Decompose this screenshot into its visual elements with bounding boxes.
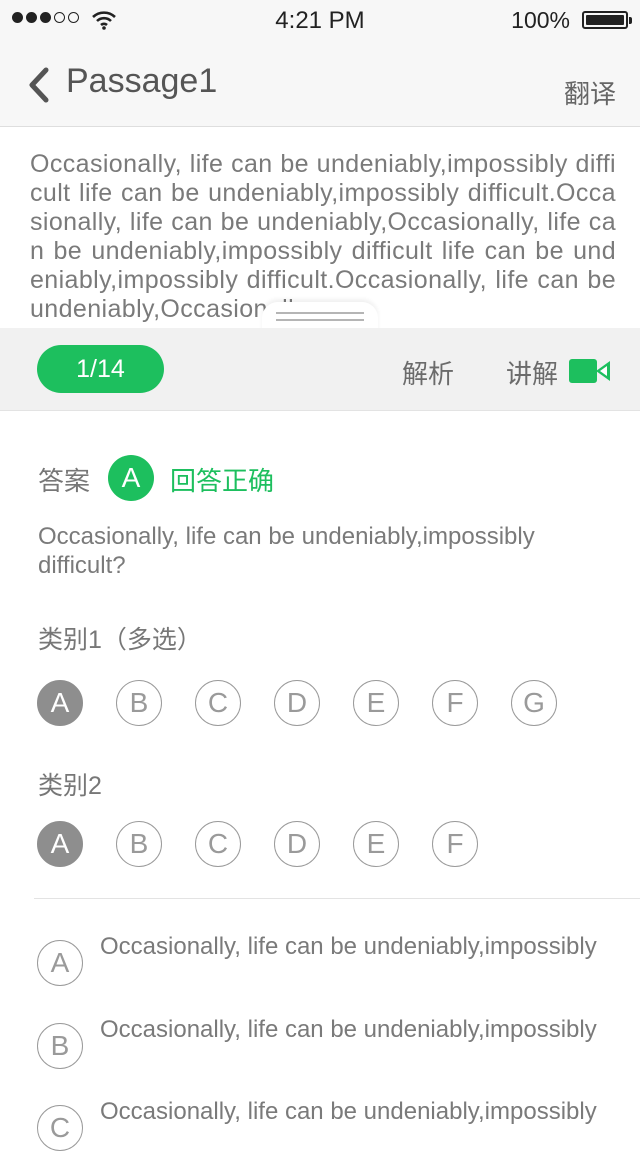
page-title: Passage1 bbox=[66, 62, 218, 100]
explain-button[interactable]: 讲解 bbox=[506, 354, 558, 391]
choice-letter: B bbox=[37, 1023, 83, 1069]
choice-letter: A bbox=[37, 940, 83, 986]
option-f[interactable]: F bbox=[432, 821, 478, 867]
choice-letter: C bbox=[37, 1105, 83, 1151]
option-d[interactable]: D bbox=[274, 680, 320, 726]
divider bbox=[34, 898, 640, 899]
category-options: A B C D E F G bbox=[37, 680, 557, 726]
translate-button[interactable]: 翻译 bbox=[564, 74, 616, 111]
answer-label: 答案 bbox=[38, 466, 91, 496]
choice-item[interactable]: B Occasionally, life can be undeniably,i… bbox=[37, 1015, 627, 1085]
answer-status: 回答正确 bbox=[170, 466, 275, 496]
option-a[interactable]: A bbox=[37, 821, 83, 867]
option-g[interactable]: G bbox=[511, 680, 557, 726]
option-a[interactable]: A bbox=[37, 680, 83, 726]
option-e[interactable]: E bbox=[353, 680, 399, 726]
option-b[interactable]: B bbox=[116, 821, 162, 867]
question-panel: 1/14 解析 讲解 答案 A 回答正确 Occasionally, life … bbox=[0, 302, 640, 1151]
option-f[interactable]: F bbox=[432, 680, 478, 726]
video-camera-icon[interactable] bbox=[569, 359, 611, 383]
choice-text: Occasionally, life can be undeniably,imp… bbox=[100, 1016, 597, 1043]
correct-answer-badge: A bbox=[108, 455, 154, 501]
category-label: 类别2 bbox=[38, 772, 102, 800]
question-text: Occasionally, life can be undeniably,imp… bbox=[38, 523, 535, 579]
status-bar: 4:21 PM 100% bbox=[0, 0, 640, 40]
analysis-button[interactable]: 解析 bbox=[402, 354, 454, 391]
battery-percent: 100% bbox=[511, 7, 570, 33]
battery-icon bbox=[582, 11, 632, 29]
option-d[interactable]: D bbox=[274, 821, 320, 867]
choice-text: Occasionally, life can be undeniably,imp… bbox=[100, 933, 597, 960]
option-b[interactable]: B bbox=[116, 680, 162, 726]
question-toolbar: 1/14 解析 讲解 bbox=[0, 328, 640, 411]
option-c[interactable]: C bbox=[195, 821, 241, 867]
choice-item[interactable]: C Occasionally, life can be undeniably,i… bbox=[37, 1097, 627, 1167]
question-progress-badge: 1/14 bbox=[37, 345, 164, 393]
choice-text: Occasionally, life can be undeniably,imp… bbox=[100, 1098, 597, 1125]
back-chevron-icon[interactable] bbox=[24, 65, 54, 105]
navigation-bar: Passage1 翻译 bbox=[0, 40, 640, 127]
choice-item[interactable]: A Occasionally, life can be undeniably,i… bbox=[37, 932, 627, 1002]
option-c[interactable]: C bbox=[195, 680, 241, 726]
category-label: 类别1（多选） bbox=[38, 626, 202, 654]
option-e[interactable]: E bbox=[353, 821, 399, 867]
category-options: A B C D E F bbox=[37, 821, 478, 867]
